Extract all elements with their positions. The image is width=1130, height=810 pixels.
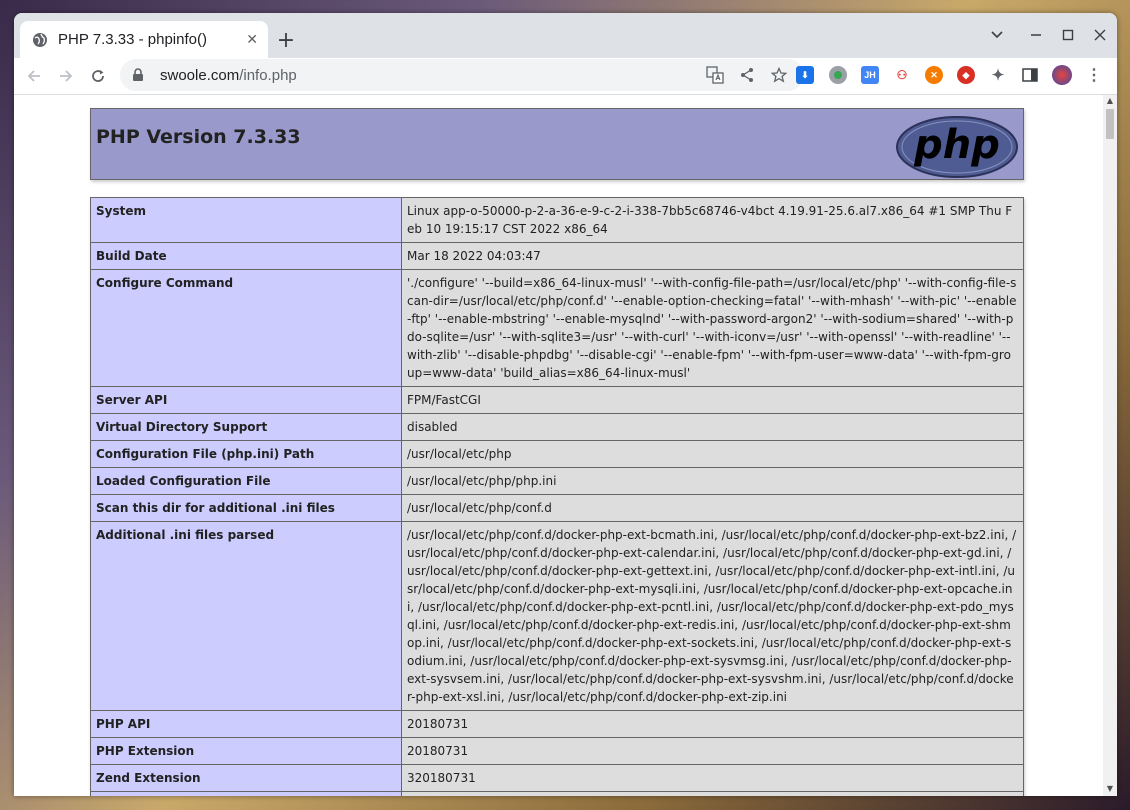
table-row: Configure Command './configure' '--build=… [90, 269, 1024, 387]
tab-title: PHP 7.3.33 - phpinfo() [58, 31, 207, 48]
table-row: Virtual Directory Support disabled [90, 413, 1024, 441]
scroll-down-icon[interactable]: ▼ [1106, 785, 1114, 793]
side-panel-icon[interactable] [1021, 66, 1039, 84]
row-key: System [90, 197, 402, 243]
new-tab-button[interactable]: + [272, 26, 300, 54]
globe-icon [32, 32, 48, 48]
table-row: Loaded Configuration File/usr/local/etc/… [90, 467, 1024, 495]
url-text: swoole.com/info.php [160, 67, 297, 84]
row-value: 20180731 [401, 737, 1024, 765]
puzzle-extensions-icon[interactable]: ✦ [989, 66, 1007, 84]
php-logo-text: php [913, 122, 1000, 168]
address-bar[interactable]: swoole.com/info.php [120, 59, 804, 91]
vertical-scrollbar[interactable]: ▲ ▼ [1103, 95, 1117, 796]
share-icon[interactable] [738, 66, 756, 84]
forward-arrow-icon[interactable] [51, 61, 81, 91]
translate-icon[interactable] [706, 66, 724, 84]
row-value: Linux app-o-50000-p-2-a-36-e-9-c-2-i-338… [401, 197, 1024, 243]
bookmark-star-icon[interactable] [770, 66, 788, 84]
row-value: FPM/FastCGI [401, 386, 1024, 414]
close-tab-icon[interactable]: ✕ [246, 32, 258, 48]
row-key: PHP Extension [90, 737, 402, 765]
row-key: Virtual Directory Support [90, 413, 402, 441]
table-row: Configuration File (php.ini) Path/usr/lo… [90, 440, 1024, 468]
row-key: Configuration File (php.ini) Path [90, 440, 402, 468]
red-extension-icon[interactable]: ◆ [957, 66, 975, 84]
row-key: Loaded Configuration File [90, 467, 402, 495]
row-key: Configure Command [90, 269, 402, 387]
lock-icon[interactable] [132, 68, 146, 82]
row-key: Zend Extension [90, 764, 402, 792]
circle-extension-icon[interactable] [829, 66, 847, 84]
url-host: swoole.com [160, 66, 240, 84]
tab-search-icon[interactable] [982, 21, 1012, 49]
table-row: Zend Extension 320180731 [90, 764, 1024, 792]
table-row: Server API FPM/FastCGI [90, 386, 1024, 414]
row-value: Mar 18 2022 04:03:47 [401, 242, 1024, 270]
tab-phpinfo[interactable]: PHP 7.3.33 - phpinfo() ✕ [20, 21, 268, 58]
php-version-header: PHP Version 7.3.33 php [90, 108, 1024, 180]
page-title: PHP Version 7.3.33 [96, 126, 301, 148]
row-value: /usr/local/etc/php/conf.d [401, 494, 1024, 522]
menu-kebab-icon[interactable]: ⋮ [1085, 66, 1103, 84]
row-value: /usr/local/etc/php [401, 440, 1024, 468]
row-key: Build Date [90, 242, 402, 270]
table-row: Build Date Mar 18 2022 04:03:47 [90, 242, 1024, 270]
table-row: System Linux app-o-50000-p-2-a-36-e-9-c-2… [90, 197, 1024, 243]
info-table: System Linux app-o-50000-p-2-a-36-e-9-c-2… [90, 197, 1024, 796]
tab-strip: PHP 7.3.33 - phpinfo() ✕ + [14, 13, 1117, 58]
scrollbar-thumb[interactable] [1106, 109, 1114, 139]
row-value: disabled [401, 413, 1024, 441]
browser-toolbar: swoole.com/info.php ⬇ JH ⚇ ✕ ◆ ✦ ⋮ [14, 58, 1117, 95]
back-arrow-icon[interactable] [19, 61, 49, 91]
row-key: Server API [90, 386, 402, 414]
orange-extension-icon[interactable]: ✕ [925, 66, 943, 84]
table-row: Additional .ini files parsed/usr/local/e… [90, 521, 1024, 711]
download-extension-icon[interactable]: ⬇ [796, 66, 814, 84]
row-value: 320180731 [401, 764, 1024, 792]
table-row: PHP Extension 20180731 [90, 737, 1024, 765]
php-logo[interactable]: php [895, 115, 1019, 183]
table-row: PHP API 20180731 [90, 710, 1024, 738]
row-key [90, 791, 402, 796]
url-path: /info.php [239, 66, 297, 84]
minimize-icon[interactable] [1021, 21, 1051, 49]
maximize-icon[interactable] [1053, 21, 1083, 49]
row-value: /usr/local/etc/php/php.ini [401, 467, 1024, 495]
table-row: Scan this dir for additional .ini files /… [90, 494, 1024, 522]
close-window-icon[interactable] [1085, 21, 1115, 49]
row-value: /usr/local/etc/php/conf.d/docker-php-ext… [401, 521, 1024, 711]
row-key: Scan this dir for additional .ini files [90, 494, 402, 522]
row-key: Additional .ini files parsed [90, 521, 402, 711]
jh-extension-icon[interactable]: JH [861, 66, 879, 84]
reload-icon[interactable] [83, 61, 113, 91]
phpinfo-content: PHP Version 7.3.33 php System Linux app-o… [90, 108, 1024, 796]
row-key: PHP API [90, 710, 402, 738]
network-extension-icon[interactable]: ⚇ [893, 66, 911, 84]
browser-window: PHP 7.3.33 - phpinfo() ✕ + swoole.com/in… [14, 13, 1117, 796]
scroll-up-icon[interactable]: ▲ [1106, 97, 1114, 105]
table-row [90, 791, 1024, 796]
row-value: './configure' '--build=x86_64-linux-musl… [401, 269, 1024, 387]
page-viewport: PHP Version 7.3.33 php System Linux app-o… [14, 95, 1103, 796]
profile-avatar[interactable] [1052, 65, 1072, 85]
row-value [401, 791, 1024, 796]
row-value: 20180731 [401, 710, 1024, 738]
